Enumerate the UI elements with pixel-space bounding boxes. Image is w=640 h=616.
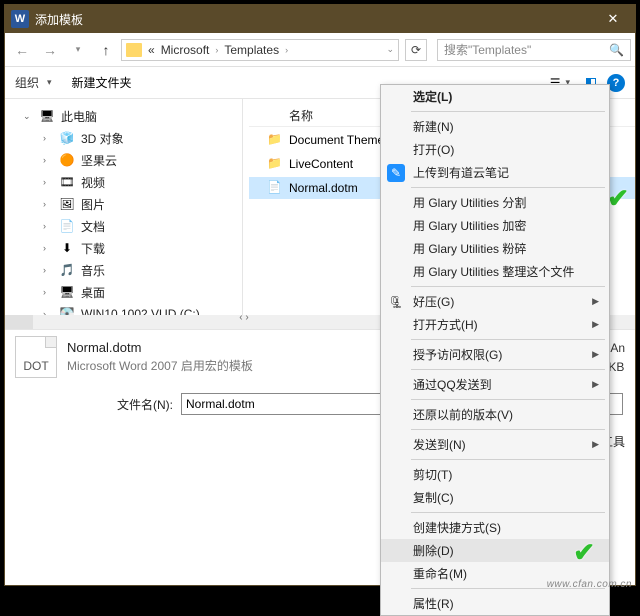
expand-icon[interactable]: ⌄ — [23, 111, 33, 122]
ctx-qq-send[interactable]: 通过QQ发送到▶ — [381, 373, 609, 396]
sidebar-scrollbar[interactable] — [5, 315, 243, 329]
ctx-sendto[interactable]: 发送到(N)▶ — [381, 433, 609, 456]
folder-icon: 📁 — [267, 156, 283, 172]
tree-item-documents[interactable]: ›📄文档 — [5, 215, 242, 237]
submenu-arrow-icon: ▶ — [592, 379, 599, 390]
organize-button[interactable]: 组织 — [15, 74, 39, 91]
recent-dropdown[interactable]: ▾ — [65, 37, 91, 63]
watermark: www.cfan.com.cn — [547, 579, 632, 590]
up-button[interactable]: ↑ — [93, 37, 119, 63]
haozip-icon: 🗜 — [387, 293, 405, 311]
forward-button[interactable]: → — [37, 37, 63, 63]
refresh-button[interactable]: ⟳ — [405, 39, 427, 61]
picture-icon: 🖼 — [59, 196, 75, 212]
submenu-arrow-icon: ▶ — [592, 296, 599, 307]
address-expand-icon[interactable]: ⌄ — [386, 44, 394, 55]
download-icon: ⬇ — [59, 240, 75, 256]
ctx-haozip[interactable]: 🗜好压(G)▶ — [381, 290, 609, 313]
ctx-grant-access[interactable]: 授予访问权限(G)▶ — [381, 343, 609, 366]
detail-description: Microsoft Word 2007 启用宏的模板 — [67, 357, 253, 374]
ctx-youdao[interactable]: ✎上传到有道云笔记 — [381, 161, 609, 184]
pc-icon: 🖥 — [39, 108, 55, 124]
ctx-glary-encrypt[interactable]: 用 Glary Utilities 加密 — [381, 214, 609, 237]
doc-icon: 📄 — [59, 218, 75, 234]
ctx-new[interactable]: 新建(N) — [381, 115, 609, 138]
filename-label: 文件名(N): — [5, 396, 173, 413]
ctx-open[interactable]: 打开(O) — [381, 138, 609, 161]
breadcrumb-2[interactable]: Templates — [224, 43, 279, 57]
ctx-restore-version[interactable]: 还原以前的版本(V) — [381, 403, 609, 426]
tree-label: 此电脑 — [61, 108, 97, 125]
desktop-icon: 🖥 — [59, 284, 75, 300]
video-icon: 🎞 — [59, 174, 75, 190]
ctx-properties[interactable]: 属性(R) — [381, 592, 609, 615]
word-icon: W — [11, 10, 29, 28]
close-button[interactable]: ✕ — [591, 5, 635, 33]
dropdown-icon[interactable]: ▾ — [47, 77, 52, 88]
sidebar: ⌄ 🖥 此电脑 ›🧊3D 对象 ›🟠坚果云 ›🎞视频 ›🖼图片 ›📄文档 ›⬇下… — [5, 99, 243, 329]
tree-item-nutstore[interactable]: ›🟠坚果云 — [5, 149, 242, 171]
tree-item-3d[interactable]: ›🧊3D 对象 — [5, 127, 242, 149]
window-title: 添加模板 — [35, 11, 591, 28]
ctx-glary-shred[interactable]: 用 Glary Utilities 粉碎 — [381, 237, 609, 260]
detail-filename: Normal.dotm — [67, 340, 253, 355]
address-bar[interactable]: « Microsoft › Templates › ⌄ — [121, 39, 399, 61]
tree-this-pc[interactable]: ⌄ 🖥 此电脑 — [5, 105, 242, 127]
file-type-icon: DOT — [15, 336, 57, 378]
submenu-arrow-icon: ▶ — [592, 349, 599, 360]
music-icon: 🎵 — [59, 262, 75, 278]
file-name: LiveContent — [289, 157, 353, 171]
nut-icon: 🟠 — [59, 152, 75, 168]
cube-icon: 🧊 — [59, 130, 75, 146]
tree-item-music[interactable]: ›🎵音乐 — [5, 259, 242, 281]
back-button[interactable]: ← — [9, 37, 35, 63]
ctx-openwith[interactable]: 打开方式(H)▶ — [381, 313, 609, 336]
ctx-select[interactable]: 选定(L) — [381, 85, 609, 108]
ctx-delete[interactable]: 删除(D)✔ — [381, 539, 609, 562]
tree-item-pictures[interactable]: ›🖼图片 — [5, 193, 242, 215]
address-dropdown-icon: « — [148, 43, 155, 57]
tree-item-downloads[interactable]: ›⬇下载 — [5, 237, 242, 259]
search-icon: 🔍 — [609, 43, 624, 57]
folder-icon: 📁 — [267, 132, 283, 148]
file-name: Document Themes — [289, 133, 390, 147]
ctx-copy[interactable]: 复制(C) — [381, 486, 609, 509]
file-name: Normal.dotm — [289, 181, 358, 195]
submenu-arrow-icon: ▶ — [592, 439, 599, 450]
breadcrumb-1[interactable]: Microsoft — [161, 43, 210, 57]
ctx-glary-organize[interactable]: 用 Glary Utilities 整理这个文件 — [381, 260, 609, 283]
search-placeholder: 搜索"Templates" — [444, 41, 531, 58]
new-folder-button[interactable]: 新建文件夹 — [72, 74, 132, 91]
tree-item-desktop[interactable]: ›🖥桌面 — [5, 281, 242, 303]
youdao-icon: ✎ — [387, 164, 405, 182]
folder-icon — [126, 43, 142, 57]
address-bar-row: ← → ▾ ↑ « Microsoft › Templates › ⌄ ⟳ 搜索… — [5, 33, 635, 67]
titlebar[interactable]: W 添加模板 ✕ — [5, 5, 635, 33]
dotm-icon: 📄 — [267, 180, 283, 196]
search-input[interactable]: 搜索"Templates" 🔍 — [437, 39, 631, 61]
check-icon: ✔ — [607, 183, 629, 214]
submenu-arrow-icon: ▶ — [592, 319, 599, 330]
tree-item-videos[interactable]: ›🎞视频 — [5, 171, 242, 193]
chevron-icon[interactable]: › — [215, 45, 218, 55]
ctx-shortcut[interactable]: 创建快捷方式(S) — [381, 516, 609, 539]
context-menu: 选定(L) 新建(N) 打开(O) ✎上传到有道云笔记 用 Glary Util… — [380, 84, 610, 616]
ctx-glary-split[interactable]: 用 Glary Utilities 分割 — [381, 191, 609, 214]
ctx-cut[interactable]: 剪切(T) — [381, 463, 609, 486]
chevron-icon[interactable]: › — [285, 45, 288, 55]
